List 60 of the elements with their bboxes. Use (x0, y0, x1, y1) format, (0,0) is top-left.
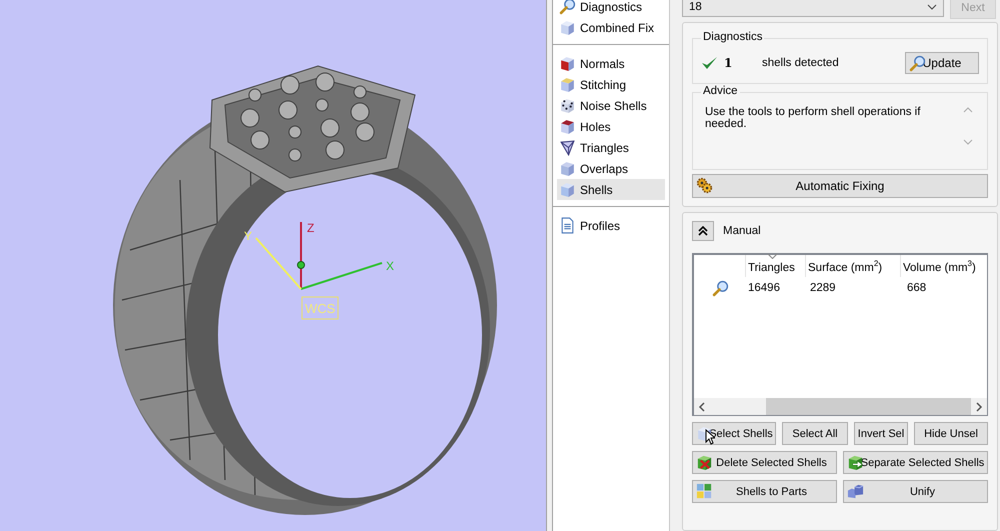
group-title: Advice (701, 85, 740, 97)
cube-icon (559, 55, 576, 72)
column-header[interactable]: Volume (mm$^{3}$) (901, 255, 987, 278)
wcs-label: WCS (302, 296, 338, 320)
splitter[interactable] (546, 0, 553, 531)
action-button[interactable]: Separate Selected Shells (843, 451, 988, 474)
cube-icon (559, 118, 576, 135)
sidebar-item[interactable]: Profiles (557, 215, 665, 236)
horizontal-scrollbar[interactable] (694, 398, 987, 416)
sidebar-item[interactable]: Stitching (557, 74, 665, 95)
column-header[interactable]: Triangles (746, 255, 806, 278)
part-dropdown[interactable]: 18 (682, 0, 944, 17)
separate-cube-icon (847, 454, 864, 472)
origin-dot (297, 261, 305, 269)
scroll-left-icon[interactable] (698, 402, 706, 412)
action-button[interactable]: Select All (782, 422, 848, 446)
table-cell-text: 16496 (747, 282, 781, 294)
sidebar-item[interactable]: Normals (557, 53, 665, 74)
action-button[interactable]: Hide Unsel (914, 422, 988, 446)
sidebar-item[interactable]: Triangles (557, 137, 665, 158)
action-button[interactable]: Invert Sel (854, 422, 908, 446)
column-header[interactable]: Surface (mm$^{2}$) (806, 255, 901, 278)
action-button[interactable]: Shells to Parts (692, 480, 837, 504)
cube-icon (559, 76, 576, 93)
sidebar-item[interactable]: Noise Shells (557, 95, 665, 116)
sidebar-item[interactable]: Shells (557, 179, 665, 200)
status-text: shells detected (762, 57, 840, 69)
action-button[interactable]: Unify (843, 480, 988, 504)
dotted-cube-icon (559, 97, 576, 114)
sidebar-item[interactable]: Diagnostics (557, 0, 665, 17)
magnifier-icon (559, 0, 576, 15)
delete-cube-icon (696, 454, 713, 472)
sidebar-item[interactable]: Holes (557, 116, 665, 137)
section-title: Manual (723, 225, 761, 238)
gears-icon (696, 177, 713, 194)
scroll-down-icon[interactable] (963, 138, 973, 146)
blocks-icon (696, 483, 713, 500)
advice-text: Use the tools to perform shell operations if needed. (705, 106, 922, 132)
automatic-fixing-button[interactable]: Automatic Fixing (692, 174, 988, 198)
scroll-up-icon[interactable] (963, 106, 973, 114)
action-button[interactable]: Delete Selected Shells (692, 451, 837, 474)
cube-icon (559, 160, 576, 177)
magnifier-icon (712, 280, 728, 297)
update-button[interactable]: Update (905, 52, 979, 74)
sidebar-item[interactable]: Overlaps (557, 158, 665, 179)
chevron-down-icon (927, 4, 937, 10)
scroll-right-icon[interactable] (975, 402, 983, 412)
group-title: Diagnostics (701, 31, 764, 43)
cube-icon (559, 19, 576, 36)
cube-icon (559, 181, 576, 198)
table-cell-text: 668 (906, 282, 928, 294)
shell-count: 1 (724, 56, 734, 70)
collapse-button[interactable] (692, 221, 714, 242)
3d-viewport[interactable]: Z X Y WCS (0, 0, 546, 531)
document-icon (559, 217, 576, 234)
double-chevron-icon (698, 226, 708, 236)
table-cell-text: 2289 (809, 282, 837, 294)
two-cubes-icon (847, 483, 864, 500)
triangle-mesh-icon (559, 139, 576, 156)
sidebar-item[interactable]: Combined Fix (557, 17, 665, 38)
